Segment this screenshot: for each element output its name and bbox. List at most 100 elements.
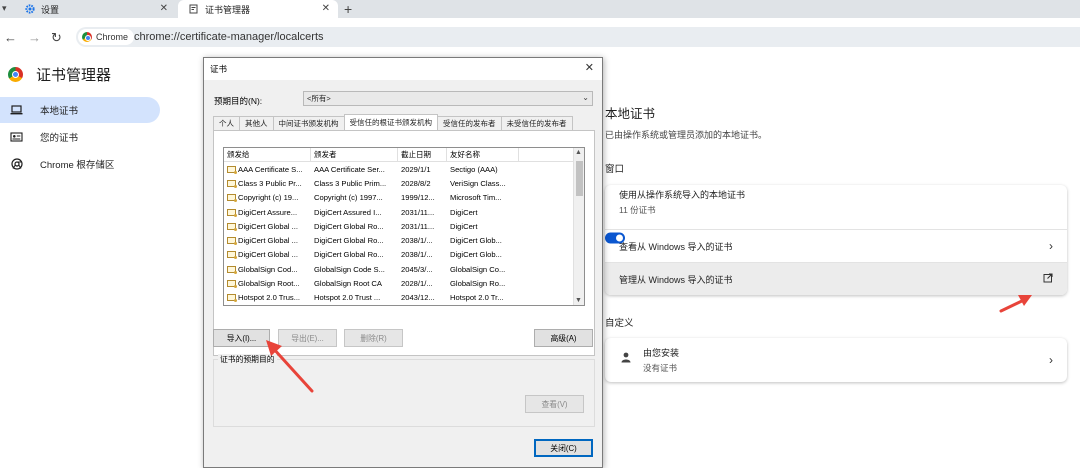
table-row[interactable]: Hotspot 2.0 Trus... Hotspot 2.0 Trust ...…	[224, 291, 584, 305]
table-row[interactable]: Class 3 Public Pr... Class 3 Public Prim.…	[224, 176, 584, 190]
import-button[interactable]: 导入(I)...	[213, 329, 270, 347]
certificate-icon	[227, 179, 237, 188]
certificate-list[interactable]: 颁发给 颁发者 截止日期 友好名称 AAA Certificate S... AA…	[223, 147, 585, 306]
back-arrow-icon[interactable]: ←	[4, 30, 17, 45]
open-external-icon	[1043, 273, 1053, 285]
table-row[interactable]: DigiCert Global ... DigiCert Global Ro...…	[224, 219, 584, 233]
view-button[interactable]: 查看(V)	[525, 395, 584, 413]
dialog-titlebar: 证书 ✕	[204, 58, 602, 80]
table-row[interactable]: DigiCert Global ... DigiCert Global Ro...…	[224, 233, 584, 247]
tab-trusted-root-ca[interactable]: 受信任的根证书颁发机构	[343, 114, 438, 130]
intended-purposes-group: 证书的预期目的 查看(V)	[213, 354, 595, 427]
close-icon[interactable]: ✕	[322, 3, 330, 14]
scrollbar-thumb[interactable]	[576, 161, 583, 196]
sidebar-item-your-certs[interactable]: 您的证书	[0, 124, 78, 150]
installed-by-you-row[interactable]: 由您安装 没有证书 ›	[605, 338, 1067, 382]
row-sublabel: 11 份证书	[619, 204, 656, 215]
scroll-down-icon[interactable]: ▼	[575, 297, 582, 304]
chrome-logo-icon	[8, 67, 23, 82]
close-button[interactable]: 关闭(C)	[534, 439, 593, 457]
chevron-right-icon: ›	[1049, 353, 1053, 367]
list-header: 颁发给 颁发者 截止日期 友好名称	[224, 148, 584, 162]
dialog-tabs: 个人 其他人 中间证书颁发机构 受信任的根证书颁发机构 受信任的发布者 未受信任…	[213, 114, 573, 130]
purpose-value: <所有>	[307, 94, 331, 103]
tab-panel: 颁发给 颁发者 截止日期 友好名称 AAA Certificate S... AA…	[213, 130, 595, 356]
purpose-select[interactable]: <所有> ⌄	[303, 91, 593, 106]
windows-card: 使用从操作系统导入的本地证书 11 份证书 查看从 Windows 导入的证书 …	[605, 185, 1067, 295]
certificate-icon	[227, 165, 237, 174]
annotation-arrow-icon	[999, 295, 1032, 313]
column-friendly-name[interactable]: 友好名称	[447, 148, 519, 161]
use-os-certs-row[interactable]: 使用从操作系统导入的本地证书 11 份证书	[605, 185, 1067, 243]
tab-certificate-manager[interactable]: 证书管理器 ✕	[178, 0, 338, 18]
chevron-right-icon: ›	[1049, 239, 1053, 253]
table-row[interactable]: DigiCert Assure... DigiCert Assured I... 2…	[224, 205, 584, 219]
certificate-icon	[227, 251, 237, 260]
certificate-icon	[227, 265, 237, 274]
forward-arrow-icon[interactable]: →	[28, 30, 41, 45]
table-row[interactable]: DigiCert Global ... DigiCert Global Ro...…	[224, 248, 584, 262]
tab-label: 证书管理器	[205, 4, 251, 15]
person-icon	[621, 352, 631, 365]
tab-untrusted-publishers[interactable]: 未受信任的发布者	[500, 116, 573, 130]
custom-card: 由您安装 没有证书 ›	[605, 338, 1067, 382]
row-sublabel: 没有证书	[643, 363, 678, 373]
row-label: 使用从操作系统导入的本地证书	[619, 189, 746, 200]
manage-windows-certs-row[interactable]: 管理从 Windows 导入的证书	[605, 262, 1067, 295]
table-row[interactable]: AAA Certificate S... AAA Certificate Ser.…	[224, 162, 584, 176]
list-scrollbar[interactable]: ▲ ▼	[573, 148, 584, 305]
table-row[interactable]: GlobalSign Root... GlobalSign Root CA 2028…	[224, 276, 584, 290]
table-row[interactable]: Copyright (c) 19... Copyright (c) 1997...…	[224, 191, 584, 205]
tab-label: 设置	[41, 4, 60, 15]
column-expiration[interactable]: 截止日期	[398, 148, 447, 161]
sidebar-item-chrome-root-store[interactable]: Chrome 根存储区	[0, 151, 114, 177]
export-button[interactable]: 导出(E)...	[278, 329, 337, 347]
page-title: 证书管理器	[36, 67, 112, 84]
purpose-label: 预期目的(N):	[214, 96, 263, 106]
remove-button[interactable]: 删除(R)	[344, 329, 403, 347]
tab-personal[interactable]: 个人	[213, 116, 240, 130]
tab-trusted-publishers[interactable]: 受信任的发布者	[437, 116, 502, 130]
custom-group-label: 自定义	[605, 318, 634, 329]
certificate-icon	[188, 4, 199, 15]
section-description: 已由操作系统或管理员添加的本地证书。	[605, 130, 768, 140]
site-info-chip[interactable]: Chrome	[78, 29, 135, 45]
app-header: 证书管理器	[8, 64, 111, 85]
view-windows-certs-row[interactable]: 查看从 Windows 导入的证书 ›	[605, 229, 1067, 262]
sidebar-item-label: 您的证书	[40, 133, 79, 144]
reload-icon[interactable]: ↻	[51, 30, 62, 46]
table-row[interactable]: GlobalSign Cod... GlobalSign Code S... 204…	[224, 262, 584, 276]
certificate-icon	[227, 280, 237, 289]
tab-settings[interactable]: 设置 ✕	[14, 0, 176, 18]
sidebar-item-label: 本地证书	[40, 106, 79, 117]
sidebar-item-local-certs[interactable]: 本地证书	[0, 97, 160, 123]
column-issued-by[interactable]: 颁发者	[311, 148, 398, 161]
certificates-dialog: 证书 ✕ 预期目的(N): <所有> ⌄ 个人 其他人 中间证书颁发机构 受信任…	[203, 57, 603, 468]
chrome-icon	[82, 32, 92, 42]
row-label: 管理从 Windows 导入的证书	[619, 274, 733, 285]
tab-search-icon[interactable]: ▾	[2, 3, 7, 14]
row-label: 由您安装	[643, 348, 680, 358]
certificate-icon	[227, 208, 237, 217]
row-label: 查看从 Windows 导入的证书	[619, 241, 733, 252]
section-title: 本地证书	[605, 107, 656, 121]
windows-group-label: 窗口	[605, 164, 625, 175]
certificate-icon	[227, 194, 237, 203]
url-text[interactable]: chrome://certificate-manager/localcerts	[134, 31, 324, 43]
scroll-up-icon[interactable]: ▲	[575, 149, 582, 156]
column-issued-to[interactable]: 颁发给	[224, 148, 311, 161]
id-card-icon	[10, 132, 23, 143]
tab-intermediate-ca[interactable]: 中间证书颁发机构	[272, 116, 345, 130]
laptop-icon	[10, 105, 23, 116]
tab-other-people[interactable]: 其他人	[239, 116, 274, 130]
new-tab-icon[interactable]: +	[344, 1, 352, 17]
gear-icon	[24, 4, 35, 15]
certificate-icon	[227, 237, 237, 246]
close-icon[interactable]: ✕	[160, 3, 168, 14]
sidebar-item-label: Chrome 根存储区	[40, 160, 115, 171]
certificate-icon	[227, 222, 237, 231]
certificate-icon	[227, 294, 237, 303]
group-label: 证书的预期目的	[218, 354, 277, 365]
advanced-button[interactable]: 高级(A)	[534, 329, 593, 347]
close-icon[interactable]: ✕	[585, 61, 594, 74]
